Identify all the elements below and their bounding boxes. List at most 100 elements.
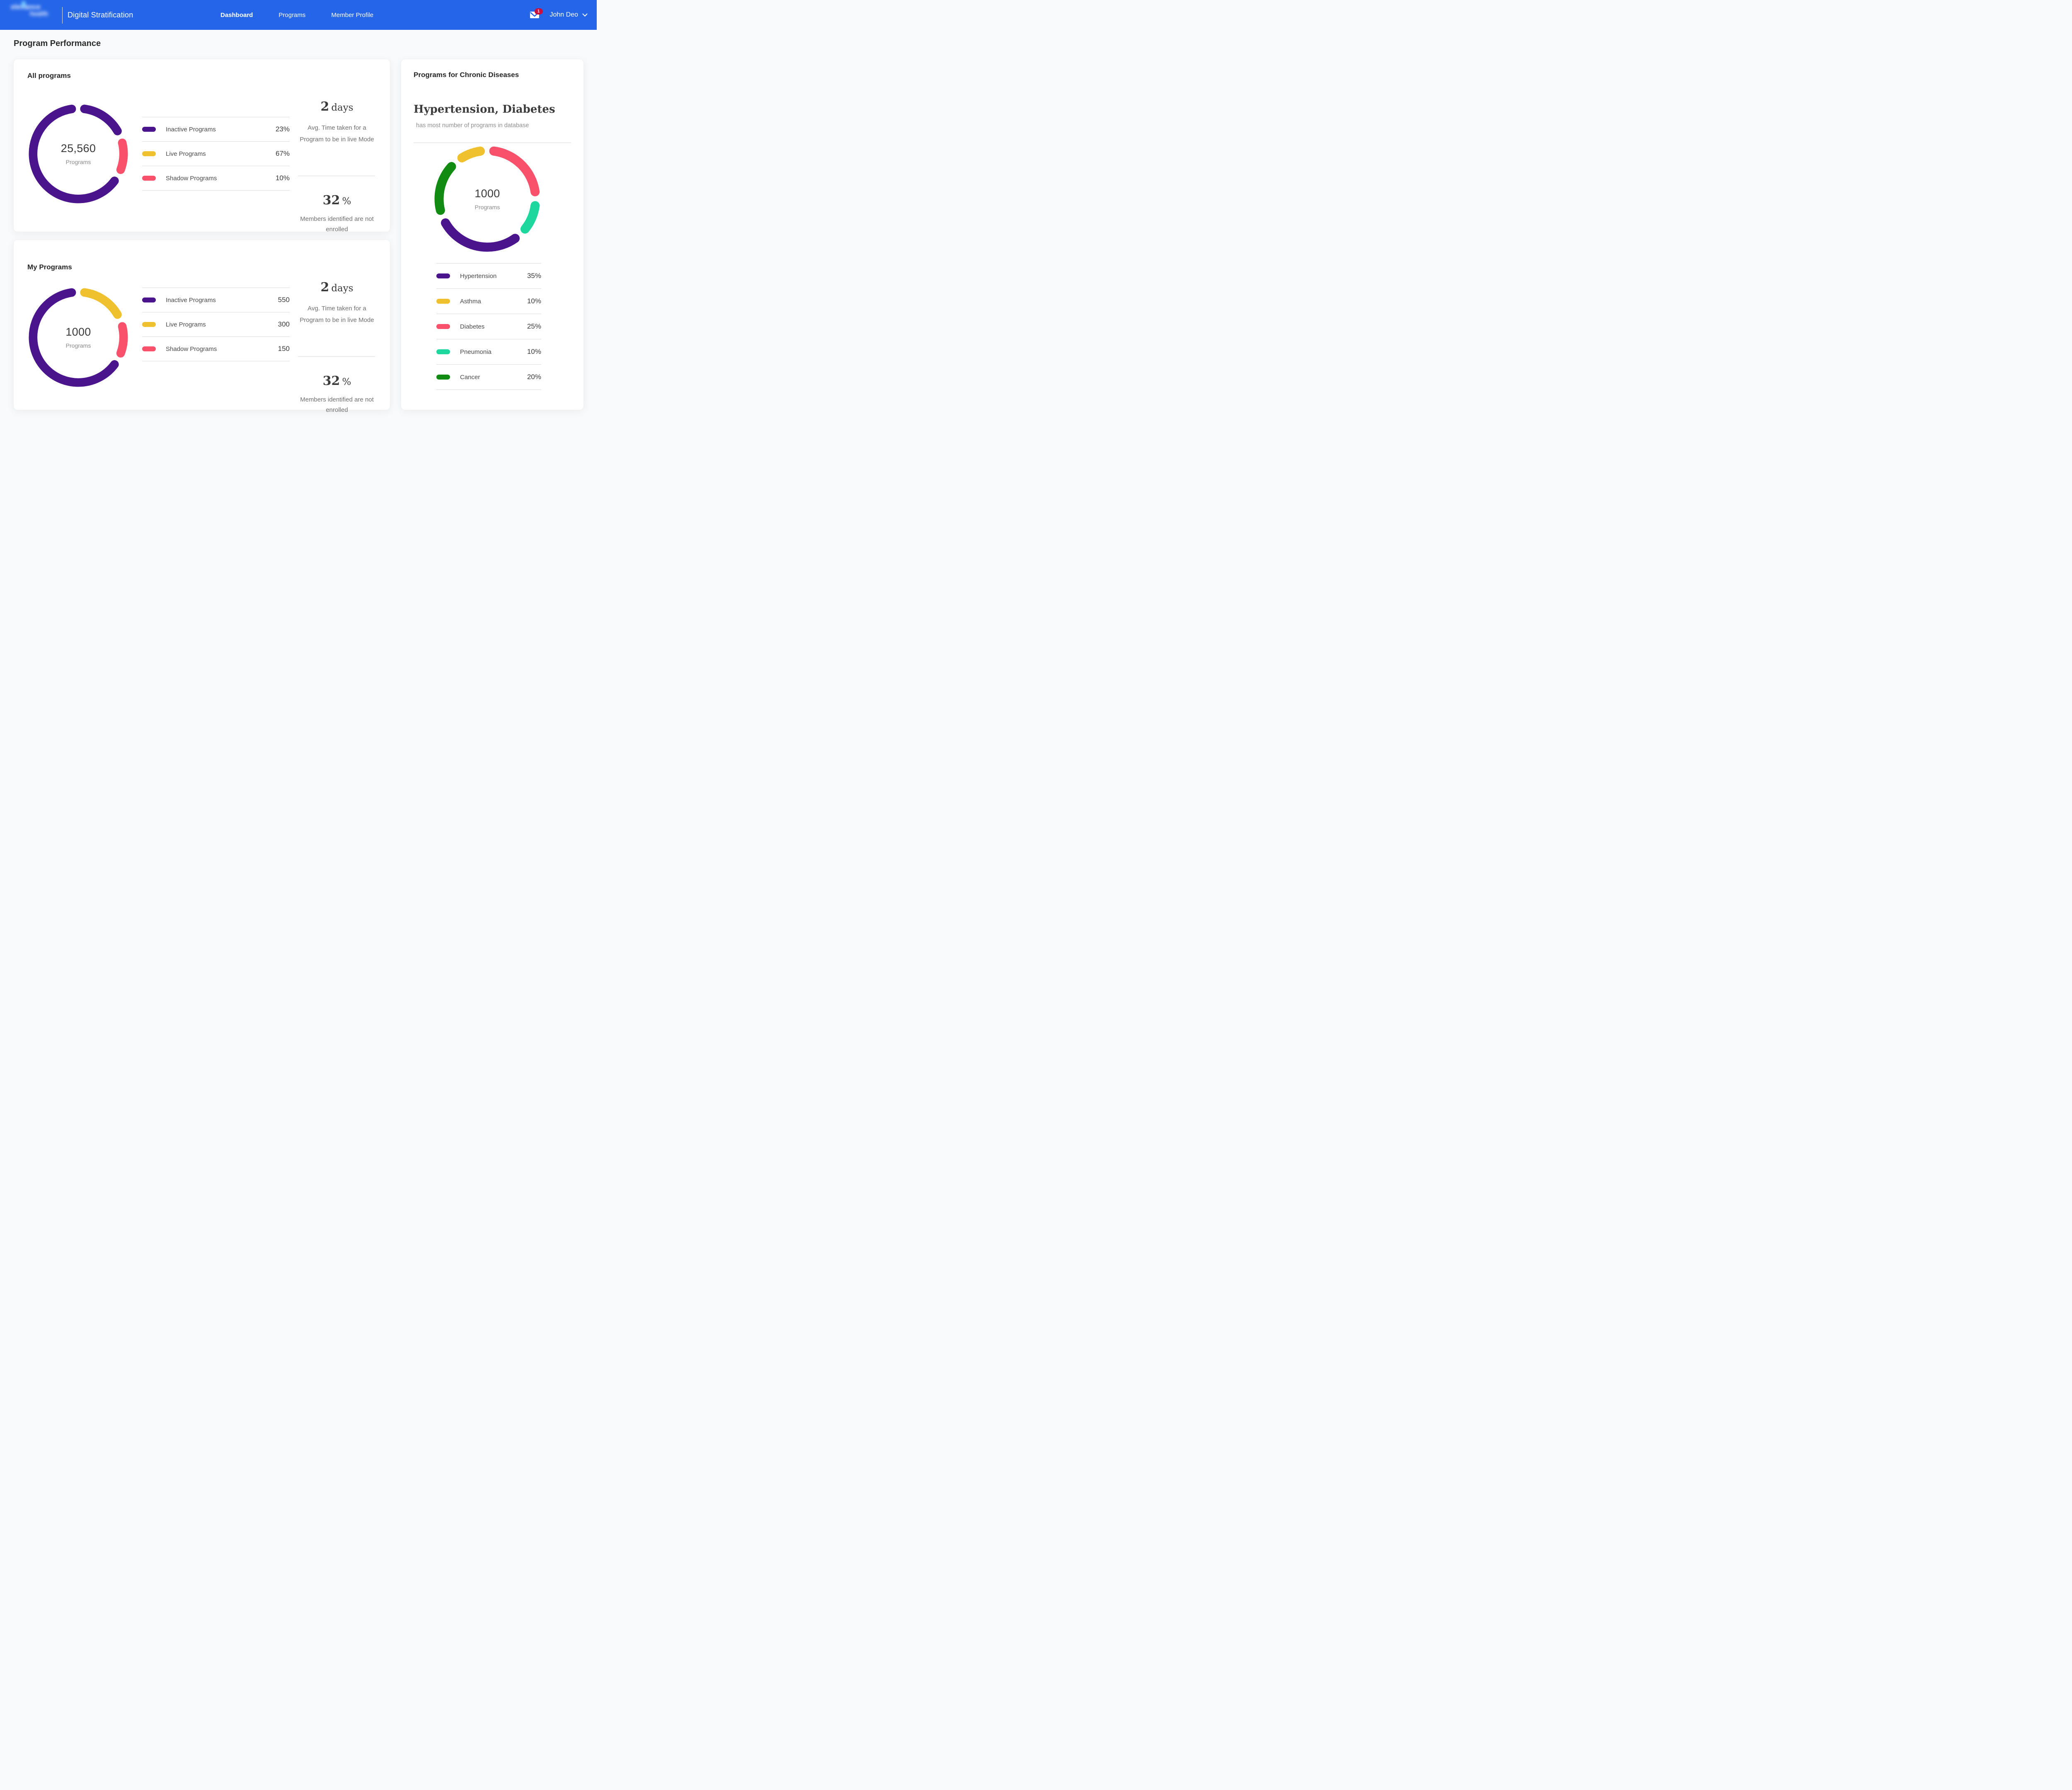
mail-icon[interactable]: 1: [530, 12, 539, 18]
mail-badge: 1: [535, 8, 543, 15]
legend-color-pill: [142, 346, 156, 351]
stats-divider: [298, 356, 375, 357]
app-header: elevance health Digital Stratification D…: [0, 0, 597, 30]
legend-value: 10%: [527, 348, 541, 356]
app-title: Digital Stratification: [68, 0, 133, 30]
stat-unit: days: [331, 102, 353, 113]
stat-value: 2days: [295, 280, 378, 297]
legend-label: Shadow Programs: [166, 175, 217, 182]
legend-color-pill: [142, 176, 156, 181]
stat-unit: %: [342, 196, 351, 207]
legend-value: 35%: [527, 272, 541, 280]
stat-description: Avg. Time taken for a Program to be in l…: [295, 122, 378, 145]
legend-row: Shadow Programs 150: [142, 336, 290, 361]
legend-label: Pneumonia: [460, 348, 491, 356]
legend-value: 10%: [276, 174, 290, 182]
card-title: My Programs: [27, 263, 72, 271]
card-title: Programs for Chronic Diseases: [414, 71, 519, 79]
legend-row: Pneumonia 10%: [436, 339, 541, 364]
legend-label: Asthma: [460, 298, 481, 305]
logo-drop-icon: [22, 1, 26, 7]
nav-item-programs[interactable]: Programs: [278, 12, 305, 19]
legend-color-pill: [436, 324, 450, 329]
stat-number: 2: [320, 280, 329, 295]
donut-center-value: 25,560: [61, 142, 96, 155]
header-divider: [62, 7, 63, 24]
all-programs-card: All programs 25,560 Programs Inactive Pr…: [13, 59, 390, 232]
donut-center: 25,560 Programs: [29, 104, 128, 203]
legend-value: 150: [278, 345, 290, 353]
logo-text-line1: elevance: [11, 3, 60, 11]
legend-value: 67%: [276, 150, 290, 158]
legend-color-pill: [436, 375, 450, 380]
stat-number: 32: [323, 193, 340, 208]
page-title: Program Performance: [14, 39, 101, 48]
legend-value: 23%: [276, 125, 290, 133]
legend-row: Live Programs 300: [142, 312, 290, 336]
members-not-enrolled-stat: 32% Members identified are not enrolled: [295, 373, 378, 415]
stat-unit: days: [331, 283, 353, 294]
my-programs-card: My Programs 1000 Programs Inactive Progr…: [13, 239, 390, 410]
legend-row: Diabetes 25%: [436, 314, 541, 339]
donut-center-value: 1000: [474, 187, 500, 200]
nav-item-member-profile[interactable]: Member Profile: [331, 12, 373, 19]
legend-label: Inactive Programs: [166, 126, 216, 133]
user-name: John Deo: [550, 11, 579, 19]
legend-row: Inactive Programs 550: [142, 288, 290, 312]
legend-color-pill: [142, 127, 156, 132]
legend-label: Live Programs: [166, 150, 206, 157]
legend-value: 550: [278, 296, 290, 304]
donut-center: 1000 Programs: [434, 146, 540, 252]
logo-text-line2: health: [30, 11, 60, 17]
my-programs-legend: Inactive Programs 550 Live Programs 300 …: [142, 288, 290, 361]
stat-value: 2days: [295, 99, 378, 116]
stat-number: 2: [320, 99, 329, 114]
main-nav: Dashboard Programs Member Profile: [220, 0, 373, 30]
header-right: 1 John Deo: [530, 0, 588, 30]
legend-row: Inactive Programs 23%: [142, 117, 290, 141]
all-programs-donut-chart: 25,560 Programs: [29, 104, 128, 203]
avg-time-stat: 2days Avg. Time taken for a Program to b…: [295, 280, 378, 326]
donut-center-label: Programs: [475, 204, 500, 210]
legend-color-pill: [436, 349, 450, 354]
card-title: All programs: [27, 72, 71, 80]
legend-row: Hypertension 35%: [436, 263, 541, 288]
chronic-headline: Hypertension, Diabetes: [414, 103, 555, 116]
donut-center-label: Programs: [66, 159, 91, 165]
legend-label: Cancer: [460, 374, 480, 381]
chevron-down-icon: [582, 13, 588, 17]
avg-time-stat: 2days Avg. Time taken for a Program to b…: [295, 99, 378, 145]
stat-value: 32%: [295, 373, 378, 391]
user-menu[interactable]: John Deo: [550, 11, 588, 19]
legend-value: 300: [278, 320, 290, 329]
my-programs-donut-chart: 1000 Programs: [29, 288, 128, 387]
legend-row: Live Programs 67%: [142, 141, 290, 166]
all-programs-legend: Inactive Programs 23% Live Programs 67% …: [142, 117, 290, 191]
donut-center-label: Programs: [66, 342, 91, 349]
legend-color-pill: [142, 298, 156, 302]
legend-row: Cancer 20%: [436, 364, 541, 390]
stat-description: Members identified are not enrolled: [295, 394, 378, 415]
donut-center: 1000 Programs: [29, 288, 128, 387]
legend-label: Hypertension: [460, 273, 496, 280]
chronic-diseases-card: Programs for Chronic Diseases Hypertensi…: [401, 59, 584, 410]
legend-label: Live Programs: [166, 321, 206, 328]
legend-value: 25%: [527, 322, 541, 331]
stat-unit: %: [342, 377, 351, 387]
brand-logo[interactable]: elevance health: [11, 3, 60, 27]
stat-description: Avg. Time taken for a Program to be in l…: [295, 303, 378, 326]
stat-description: Members identified are not enrolled: [295, 214, 378, 235]
legend-label: Diabetes: [460, 323, 484, 330]
stat-value: 32%: [295, 193, 378, 210]
members-not-enrolled-stat: 32% Members identified are not enrolled: [295, 193, 378, 235]
legend-color-pill: [436, 273, 450, 278]
legend-color-pill: [142, 322, 156, 327]
legend-row: Shadow Programs 10%: [142, 166, 290, 191]
legend-value: 20%: [527, 373, 541, 381]
donut-center-value: 1000: [65, 326, 91, 339]
stat-number: 32: [323, 374, 340, 388]
legend-label: Inactive Programs: [166, 297, 216, 304]
nav-item-dashboard[interactable]: Dashboard: [220, 12, 253, 19]
chronic-subtitle: has most number of programs in database: [416, 122, 529, 129]
legend-value: 10%: [527, 297, 541, 305]
